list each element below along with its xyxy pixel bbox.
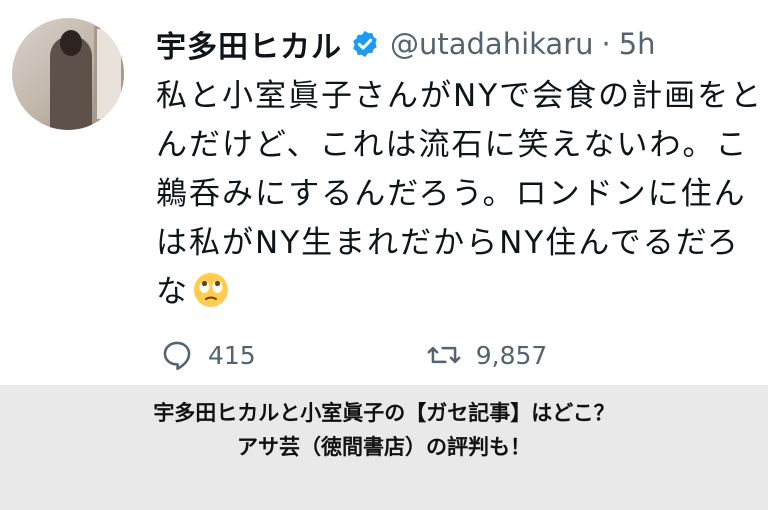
- user-handle[interactable]: @utadahikaru: [390, 27, 594, 61]
- retweet-icon: [427, 346, 461, 364]
- retweet-count: 9,857: [475, 340, 548, 370]
- article-title-banner: 宇多田ヒカルと小室眞子の【ガセ記事】はどこ？ アサ芸（徳間書店）の評判も！: [0, 385, 768, 510]
- tweet-card: 宇多田ヒカル @utadahikaru · 5h 私と小室眞子さんがNYで会食の…: [0, 0, 768, 385]
- reply-button[interactable]: 415: [160, 338, 256, 372]
- tweet-header: 宇多田ヒカル @utadahikaru · 5h: [156, 22, 656, 66]
- verified-badge-icon: [353, 30, 377, 58]
- avatar-head: [60, 30, 82, 56]
- banner-title-line2: アサ芸（徳間書店）の評判も！: [237, 435, 531, 459]
- avatar-background-frame: [94, 26, 124, 122]
- rolling-eyes-emoji-icon: [194, 273, 228, 307]
- timestamp[interactable]: 5h: [619, 27, 656, 61]
- tweet-actions: 415 9,857: [160, 338, 547, 372]
- header-separator: ·: [601, 27, 611, 61]
- banner-title-line1: 宇多田ヒカルと小室眞子の【ガセ記事】はどこ？: [153, 401, 615, 425]
- retweet-button[interactable]: 9,857: [426, 338, 548, 372]
- display-name[interactable]: 宇多田ヒカル: [156, 22, 342, 66]
- tweet-text-line: は私がNY生まれだからNY住んでるだろ: [156, 225, 740, 261]
- tweet-text-line: んだけど、これは流石に笑えないわ。こ: [156, 127, 749, 163]
- reply-count: 415: [208, 340, 256, 370]
- tweet-text-fragment: な: [156, 274, 189, 310]
- tweet-text: 私と小室眞子さんがNYで会食の計画をと んだけど、これは流石に笑えないわ。こ 鵜…: [156, 72, 768, 317]
- avatar[interactable]: [12, 18, 124, 130]
- tweet-text-line: 私と小室眞子さんがNYで会食の計画をと: [156, 78, 764, 114]
- tweet-text-line: 鵜呑みにするんだろう。ロンドンに住ん: [156, 176, 747, 212]
- tweet-text-line-last: な: [156, 268, 768, 317]
- reply-icon: [163, 341, 191, 371]
